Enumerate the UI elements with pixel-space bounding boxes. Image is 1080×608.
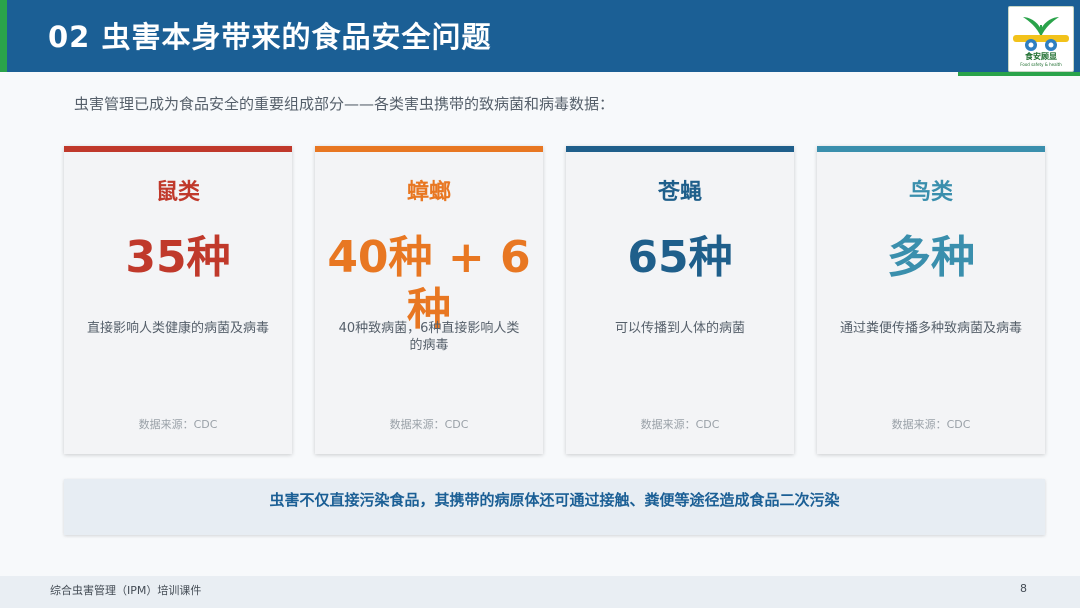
card-value: 多种 <box>887 232 975 283</box>
card-title: 蟑螂 <box>406 180 451 205</box>
pest-card-flies: 苍蝇 65种 可以传播到人体的病菌 数据来源：CDC <box>566 146 794 454</box>
page-title: 02 虫害本身带来的食品安全问题 <box>48 20 492 54</box>
footer-bar: 综合虫害管理（IPM）培训课件 8 <box>0 576 1080 608</box>
card-title: 鸟类 <box>908 180 953 205</box>
card-source: 数据来源：CDC <box>640 418 720 431</box>
card-top-bar <box>817 146 1045 152</box>
card-description: 可以传播到人体的病菌 <box>614 321 745 336</box>
card-top-bar <box>315 146 543 152</box>
logo-subtext: Food safety & health <box>1020 62 1062 67</box>
header-bar: 02 虫害本身带来的食品安全问题 <box>0 0 1080 72</box>
card-description: 直接影响人类健康的病菌及病毒 <box>86 321 269 336</box>
card-title: 苍蝇 <box>657 180 702 205</box>
footer-text: 综合虫害管理（IPM）培训课件 <box>50 584 202 597</box>
intro-text: 虫害管理已成为食品安全的重要组成部分——各类害虫携带的致病菌和病毒数据： <box>74 95 615 113</box>
card-value: 65种 <box>627 232 733 283</box>
pest-card-birds: 鸟类 多种 通过粪便传播多种致病菌及病毒 数据来源：CDC <box>817 146 1045 454</box>
card-value: 35种 <box>125 232 231 283</box>
logo-text: 食安顾显 <box>1025 52 1057 61</box>
card-description: 通过粪便传播多种致病菌及病毒 <box>839 321 1022 336</box>
pest-card-rodents: 鼠类 35种 直接影响人类健康的病菌及病毒 数据来源：CDC <box>64 146 292 454</box>
brand-logo: 食安顾显 Food safety & health <box>1008 6 1074 72</box>
card-source: 数据来源：CDC <box>891 418 971 431</box>
header-accent-stripe <box>0 0 7 72</box>
card-title: 鼠类 <box>155 180 200 205</box>
summary-callout: 虫害不仅直接污染食品，其携带的病原体还可通过接触、粪便等途径造成食品二次污染 <box>64 479 1045 535</box>
card-source: 数据来源：CDC <box>138 418 218 431</box>
card-top-bar <box>64 146 292 152</box>
pest-card-cockroaches: 蟑螂 40种 + 6种 40种致病菌，6种直接影响人类的病毒 数据来源：CDC <box>315 146 543 454</box>
callout-text: 虫害不仅直接污染食品，其携带的病原体还可通过接触、粪便等途径造成食品二次污染 <box>269 491 840 509</box>
logo-emblem-icon <box>1013 17 1069 51</box>
card-top-bar <box>566 146 794 152</box>
card-description: 40种致病菌，6种直接影响人类的病毒 <box>338 321 520 353</box>
page-number: 8 <box>1020 582 1027 595</box>
card-source: 数据来源：CDC <box>389 418 469 431</box>
header-green-underline <box>958 72 1080 76</box>
